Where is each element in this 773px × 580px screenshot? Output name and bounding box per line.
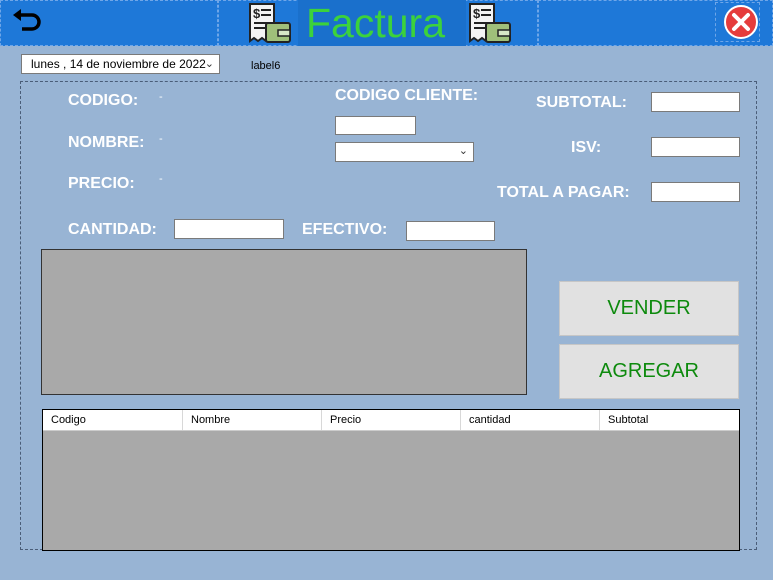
nombre-value: -: [159, 133, 163, 145]
cantidad-input[interactable]: [174, 219, 284, 239]
label6: label6: [251, 60, 281, 72]
svg-text:$: $: [253, 6, 261, 21]
chevron-down-icon: ⌄: [458, 145, 468, 157]
nombre-label: NOMBRE:: [68, 134, 145, 151]
column-header[interactable]: Nombre: [183, 410, 322, 430]
subtotal-label: SUBTOTAL:: [536, 94, 627, 111]
isv-label: ISV:: [571, 139, 602, 156]
total-input[interactable]: [651, 182, 740, 202]
codigo-value: -: [159, 91, 163, 103]
chevron-down-icon: ⌄: [204, 58, 214, 70]
efectivo-input[interactable]: [406, 221, 495, 241]
codigo-cliente-label: CODIGO CLIENTE:: [335, 87, 479, 104]
invoice-icon: $: [244, 1, 294, 47]
subtotal-input[interactable]: [651, 92, 740, 112]
back-arrow-icon: [13, 9, 41, 31]
back-button[interactable]: [10, 7, 44, 39]
invoice-icon: $: [464, 1, 514, 47]
agregar-button[interactable]: AGREGAR: [559, 344, 739, 399]
codigo-cliente-input[interactable]: [335, 116, 416, 135]
close-button[interactable]: [722, 4, 760, 40]
cantidad-label: CANTIDAD:: [68, 221, 157, 238]
precio-label: PRECIO:: [68, 175, 135, 192]
products-list[interactable]: [41, 249, 527, 395]
date-picker[interactable]: lunes , 14 de noviembre de 2022 ⌄: [21, 54, 220, 74]
column-header[interactable]: Subtotal: [600, 410, 739, 430]
grid-header: Codigo Nombre Precio cantidad Subtotal: [43, 410, 739, 431]
cliente-combobox[interactable]: ⌄: [335, 142, 474, 162]
invoice-grid[interactable]: Codigo Nombre Precio cantidad Subtotal: [42, 409, 740, 551]
svg-text:$: $: [473, 6, 481, 21]
codigo-label: CODIGO:: [68, 92, 139, 109]
column-header[interactable]: Codigo: [43, 410, 183, 430]
total-label: TOTAL A PAGAR:: [497, 184, 630, 201]
precio-value: -: [159, 173, 163, 185]
isv-input[interactable]: [651, 137, 740, 157]
page-title: Factura: [306, 0, 445, 46]
column-header[interactable]: cantidad: [461, 410, 600, 430]
close-icon: [724, 5, 758, 39]
date-picker-value: lunes , 14 de noviembre de 2022: [31, 57, 206, 71]
vender-button[interactable]: VENDER: [559, 281, 739, 336]
efectivo-label: EFECTIVO:: [302, 221, 388, 238]
column-header[interactable]: Precio: [322, 410, 461, 430]
